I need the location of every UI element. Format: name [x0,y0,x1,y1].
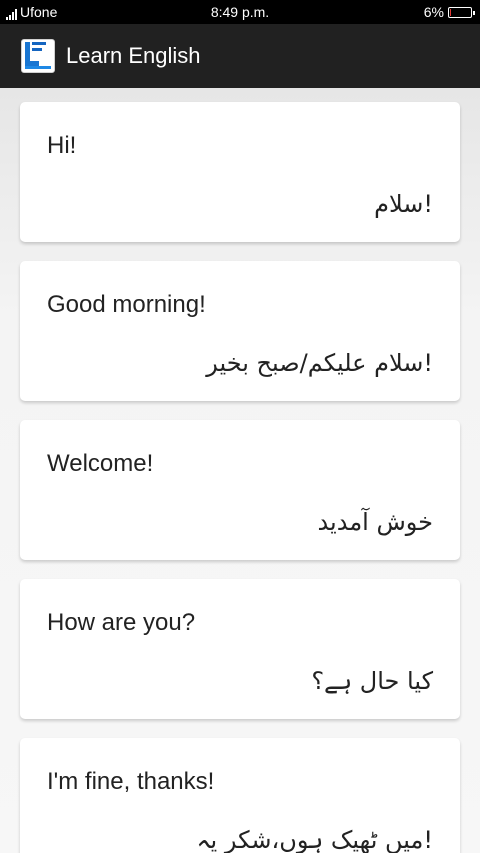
phrase-english: I'm fine, thanks! [47,768,215,795]
phrase-english: Hi! [47,132,77,159]
status-time: 8:49 p.m. [210,4,270,20]
phrase-english: How are you? [47,609,196,636]
battery-level [450,8,451,16]
battery-percent: 6% [423,4,444,20]
phrase-card[interactable]: I'm fine, thanks! !میں ٹھیک ہوں،شکر یہ [20,738,460,853]
phrase-urdu: !سلام علیکم/صبح بخیر [206,349,433,377]
phrase-card[interactable]: Good morning! !سلام علیکم/صبح بخیر [20,261,460,401]
phrase-english: Good morning! [47,291,206,318]
phrase-card[interactable]: How are you? کیا حال ہے؟ [20,579,460,719]
learn-english-logo-icon [21,39,55,73]
phrase-urdu: !میں ٹھیک ہوں،شکر یہ [196,826,433,853]
phrase-urdu: خوش آمدید [317,508,433,536]
app-bar: Learn English [0,24,480,88]
phrase-urdu: !سلام [374,190,433,218]
app-title: Learn English [66,43,201,68]
phrase-urdu: کیا حال ہے؟ [311,667,433,695]
phrase-english: Welcome! [47,450,154,477]
phrase-card[interactable]: Welcome! خوش آمدید [20,420,460,560]
status-right: 6% [423,4,475,20]
status-bar: Ufone 8:49 p.m. 6% [0,0,480,24]
battery-icon [448,6,475,18]
phrase-list: Hi! !سلام Good morning! !سلام علیکم/صبح … [0,88,480,853]
phrase-card[interactable]: Hi! !سلام [20,102,460,242]
